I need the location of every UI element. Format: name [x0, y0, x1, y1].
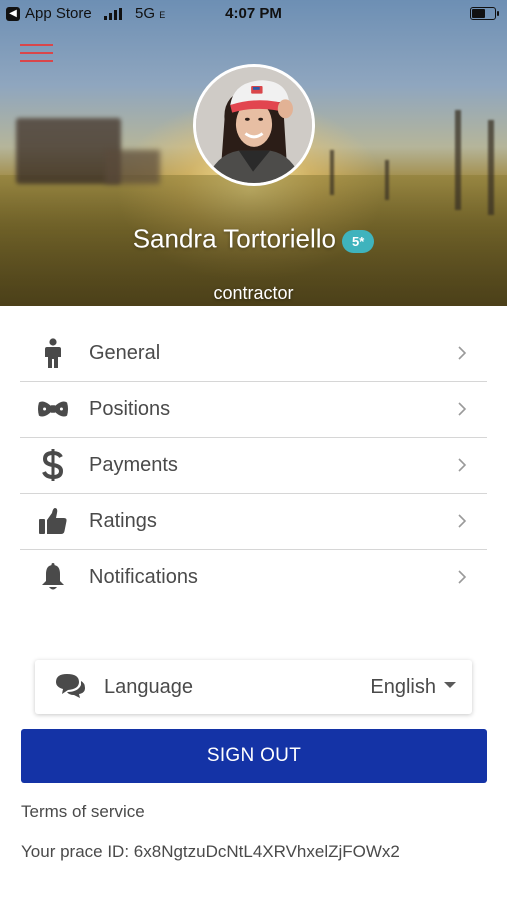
- person-icon: [38, 338, 68, 368]
- caret-down-icon: [444, 681, 456, 688]
- language-setting: Language English: [35, 660, 472, 714]
- menu-item-label: Ratings: [89, 510, 157, 532]
- menu-item-notifications[interactable]: Notifications: [20, 550, 487, 606]
- hamburger-menu-icon[interactable]: [20, 42, 54, 66]
- thumbs-up-icon: [38, 506, 68, 536]
- chevron-right-icon: [458, 458, 467, 472]
- chevron-right-icon: [458, 346, 467, 360]
- menu-item-ratings[interactable]: Ratings: [20, 494, 487, 550]
- bell-icon: [38, 562, 68, 592]
- user-name-row: Sandra Tortoriello 5*: [0, 222, 507, 255]
- avatar-photo: [196, 67, 312, 183]
- language-label: Language: [104, 676, 193, 698]
- chevron-right-icon: [458, 402, 467, 416]
- battery-icon: [470, 7, 499, 20]
- rating-badge: 5*: [342, 229, 375, 253]
- status-bar: ◀ App Store 5G E 4:07 PM: [0, 0, 507, 28]
- chevron-right-icon: [458, 514, 467, 528]
- terms-of-service-link[interactable]: Terms of service: [21, 802, 145, 822]
- user-name: Sandra Tortoriello: [132, 223, 336, 254]
- menu-item-label: Positions: [89, 398, 171, 420]
- settings-menu: General Positions Payments Ratings Notif…: [20, 326, 487, 606]
- menu-item-label: Payments: [89, 454, 178, 476]
- chat-bubble-icon: [56, 674, 85, 698]
- profile-header: ◀ App Store 5G E 4:07 PM Sandra Tortorie…: [0, 0, 507, 306]
- menu-item-label: General: [89, 342, 161, 364]
- menu-item-general[interactable]: General: [20, 326, 487, 382]
- dollar-icon: [38, 449, 68, 481]
- avatar[interactable]: [193, 64, 315, 186]
- chevron-right-icon: [458, 570, 467, 584]
- clock: 4:07 PM: [225, 5, 282, 22]
- sign-out-button[interactable]: SIGN OUT: [21, 729, 487, 783]
- menu-item-label: Notifications: [89, 566, 198, 588]
- menu-item-payments[interactable]: Payments: [20, 438, 487, 494]
- prace-id-value: 6x8NgtzuDcNtL4XRVhxelZjFOWx2: [133, 842, 400, 861]
- bow-tie-icon: [38, 394, 68, 424]
- prace-id-row: Your prace ID: 6x8NgtzuDcNtL4XRVhxelZjFO…: [21, 842, 400, 862]
- prace-id-label: Your prace ID:: [21, 842, 130, 861]
- language-dropdown[interactable]: English: [370, 676, 456, 699]
- user-role: contractor: [213, 283, 294, 303]
- menu-item-positions[interactable]: Positions: [20, 382, 487, 438]
- language-selected-value: English: [370, 676, 436, 698]
